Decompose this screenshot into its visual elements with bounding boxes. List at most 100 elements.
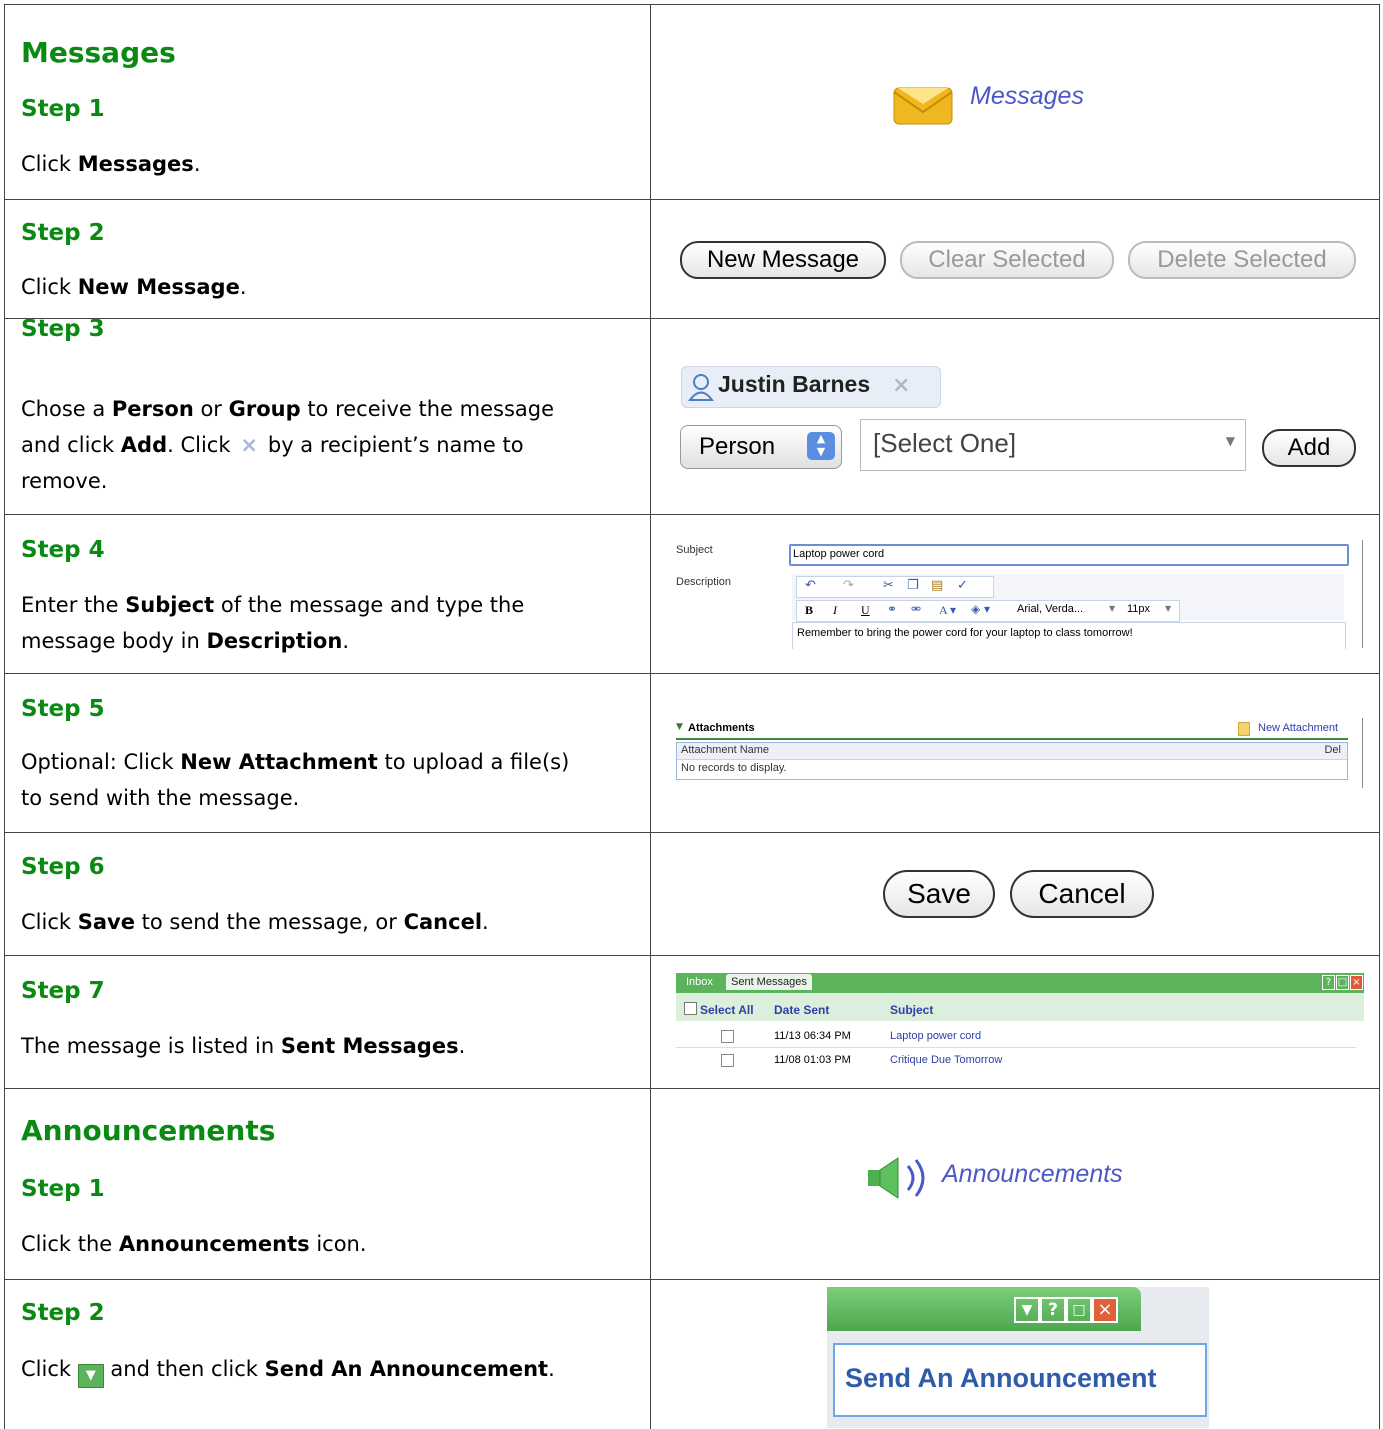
table-row[interactable]: 11/08 01:03 PM Critique Due Tomorrow bbox=[676, 1051, 1356, 1071]
save-button[interactable]: Save bbox=[883, 870, 995, 918]
chevron-down-icon: ▼ bbox=[1225, 434, 1235, 448]
maximize-icon[interactable]: □ bbox=[1066, 1297, 1092, 1323]
tab-sent-messages[interactable]: Sent Messages bbox=[726, 974, 812, 990]
step-text: Enter the Subject of the message and typ… bbox=[21, 593, 525, 617]
row-divider bbox=[4, 199, 1380, 200]
row-divider bbox=[4, 832, 1380, 833]
italic-icon[interactable]: I bbox=[833, 603, 837, 618]
bold-icon[interactable]: B bbox=[805, 603, 813, 618]
editor-toolbar: ↶ ↷ ✂ ❐ ▤ ✓ B I U ⚭ ⚮ A ▾ ◈ ▾ Arial, Ver… bbox=[792, 574, 1344, 622]
step-text: Chose a Person or Group to receive the m… bbox=[21, 397, 555, 421]
step-text: remove. bbox=[21, 469, 108, 493]
tab-inbox[interactable]: Inbox bbox=[686, 976, 713, 988]
subject-input[interactable]: Laptop power cord bbox=[789, 544, 1349, 566]
envelope-icon bbox=[893, 87, 953, 125]
description-label: Description bbox=[676, 576, 732, 588]
new-message-button[interactable]: New Message bbox=[680, 241, 886, 279]
select-all-checkbox[interactable] bbox=[684, 1002, 697, 1015]
undo-icon[interactable]: ↶ bbox=[805, 578, 816, 593]
message-subject-link[interactable]: Laptop power cord bbox=[890, 1030, 981, 1042]
widget-tabbar: Inbox Sent Messages ? □ × bbox=[676, 973, 1364, 993]
size-select[interactable]: 11px bbox=[1127, 603, 1150, 615]
row-divider bbox=[4, 955, 1380, 956]
font-color-icon[interactable]: A ▾ bbox=[939, 603, 956, 618]
redo-icon[interactable]: ↷ bbox=[843, 578, 854, 593]
row-divider bbox=[4, 1088, 1380, 1089]
message-subject-link[interactable]: Critique Due Tomorrow bbox=[890, 1054, 1002, 1066]
highlight-icon[interactable]: ◈ ▾ bbox=[971, 602, 990, 616]
attachments-table: Attachment Name Del No records to displa… bbox=[676, 742, 1348, 780]
table-border-top bbox=[4, 4, 1380, 5]
step-label: Step 5 bbox=[21, 696, 105, 722]
row-checkbox[interactable] bbox=[721, 1030, 734, 1043]
instruction-document: Messages Step 1 Click Messages. Messages… bbox=[0, 0, 1383, 1429]
row-divider bbox=[4, 514, 1380, 515]
maximize-icon[interactable]: □ bbox=[1336, 975, 1349, 990]
compose-form: Subject Laptop power cord Description ↶ … bbox=[672, 536, 1364, 649]
copy-icon[interactable]: ❐ bbox=[907, 578, 919, 593]
step-text: Click the Announcements icon. bbox=[21, 1232, 367, 1256]
row-divider bbox=[4, 1279, 1380, 1280]
step-text: and click Add. Click × by a recipient’s … bbox=[21, 428, 636, 463]
person-icon bbox=[688, 374, 714, 401]
sent-messages-widget: Inbox Sent Messages ? □ × Select All Dat… bbox=[676, 973, 1364, 1071]
paste-icon[interactable]: ▤ bbox=[931, 578, 943, 593]
table-border-left bbox=[4, 4, 5, 1429]
step-text: message body in Description. bbox=[21, 629, 349, 653]
send-announcement-menu-item[interactable]: Send An Announcement bbox=[833, 1343, 1207, 1417]
clear-selected-button[interactable]: Clear Selected bbox=[900, 241, 1114, 279]
step-label: Step 4 bbox=[21, 537, 105, 563]
close-icon[interactable]: × bbox=[1092, 1297, 1118, 1323]
help-icon[interactable]: ? bbox=[1040, 1297, 1066, 1323]
spellcheck-icon[interactable]: ✓ bbox=[957, 578, 968, 593]
close-icon[interactable]: × bbox=[1350, 975, 1363, 990]
table-column-divider bbox=[650, 4, 651, 1429]
toolbar-row-2: B I U ⚭ ⚮ A ▾ ◈ ▾ Arial, Verda... ▼ 11px… bbox=[796, 600, 1180, 622]
announcements-nav-link[interactable]: Announcements bbox=[862, 1152, 1162, 1202]
table-row[interactable]: 11/13 06:34 PM Laptop power cord bbox=[676, 1027, 1356, 1048]
row-divider bbox=[4, 673, 1380, 674]
new-attachment-link[interactable]: New Attachment bbox=[1258, 722, 1338, 734]
delete-selected-button[interactable]: Delete Selected bbox=[1128, 241, 1356, 279]
add-recipient-button[interactable]: Add bbox=[1262, 429, 1356, 467]
section-heading-announcements: Announcements bbox=[21, 1114, 276, 1147]
select-arrows-icon: ▲ ▼ bbox=[807, 432, 835, 460]
table-header: Attachment Name Del bbox=[677, 743, 1347, 760]
messages-nav-link[interactable]: Messages bbox=[890, 78, 1120, 128]
cut-icon[interactable]: ✂ bbox=[883, 578, 894, 593]
dropdown-toggle-icon: ▼ bbox=[77, 1364, 104, 1388]
chevron-down-icon: ▼ bbox=[1165, 604, 1172, 613]
underline-icon[interactable]: U bbox=[861, 603, 870, 618]
row-divider bbox=[4, 318, 1380, 319]
step-text: to send with the message. bbox=[21, 786, 300, 810]
subject-label: Subject bbox=[676, 544, 713, 556]
font-select[interactable]: Arial, Verda... bbox=[1017, 603, 1083, 615]
table-border-right bbox=[1379, 4, 1380, 1429]
step-label: Step 3 bbox=[21, 316, 105, 342]
help-icon[interactable]: ? bbox=[1322, 975, 1335, 990]
step-label: Step 1 bbox=[21, 96, 105, 122]
step-text: Click ▼ and then click Send An Announcem… bbox=[21, 1352, 636, 1388]
menu-dropdown-icon[interactable]: ▼ bbox=[1014, 1297, 1040, 1323]
table-header: Select All Date Sent Subject bbox=[676, 993, 1364, 1021]
step-label: Step 7 bbox=[21, 978, 105, 1004]
row-checkbox[interactable] bbox=[721, 1054, 734, 1067]
screenshot-edge bbox=[1362, 540, 1363, 648]
speaker-icon bbox=[868, 1157, 925, 1199]
remove-recipient-icon[interactable]: × bbox=[892, 373, 910, 398]
cancel-button[interactable]: Cancel bbox=[1010, 870, 1154, 918]
attachments-header: ▼ Attachments New Attachment bbox=[676, 720, 1348, 740]
step-text: Click Save to send the message, or Cance… bbox=[21, 910, 489, 934]
step-label: Step 2 bbox=[21, 1300, 105, 1326]
chevron-down-icon: ▼ bbox=[1109, 604, 1116, 613]
link-icon[interactable]: ⚭ bbox=[887, 602, 897, 616]
description-editor[interactable]: Remember to bring the power cord for you… bbox=[792, 622, 1346, 649]
unlink-icon[interactable]: ⚮ bbox=[911, 602, 921, 616]
document-icon bbox=[1238, 722, 1250, 736]
recipient-select[interactable]: [Select One] ▼ bbox=[860, 419, 1246, 471]
step-label: Step 1 bbox=[21, 1176, 105, 1202]
attachments-panel: ▼ Attachments New Attachment Attachment … bbox=[676, 720, 1348, 782]
recipient-type-select[interactable]: Person ▲ ▼ bbox=[680, 425, 842, 469]
expand-triangle-icon[interactable]: ▼ bbox=[676, 722, 683, 732]
screenshot-edge bbox=[1362, 718, 1363, 788]
